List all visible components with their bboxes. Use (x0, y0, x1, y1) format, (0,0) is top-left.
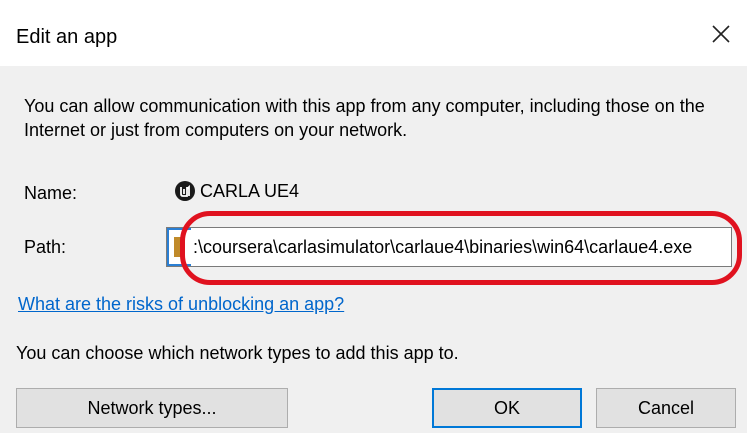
path-field[interactable] (166, 227, 732, 267)
cancel-button[interactable]: Cancel (596, 388, 736, 428)
title-bar: Edit an app (0, 0, 747, 66)
dialog-title: Edit an app (16, 26, 118, 48)
app-name-display: CARLA UE4 (174, 180, 299, 202)
close-icon (712, 25, 730, 43)
path-input[interactable] (193, 228, 731, 266)
unreal-engine-icon (175, 181, 195, 201)
network-types-button[interactable]: Network types... (16, 388, 288, 428)
app-name-text: CARLA UE4 (200, 180, 300, 201)
close-button[interactable] (701, 14, 741, 54)
edit-app-dialog: Edit an app You can allow communication … (0, 0, 747, 433)
risks-link[interactable]: What are the risks of unblocking an app? (18, 294, 344, 315)
ok-button[interactable]: OK (432, 388, 582, 428)
name-label: Name: (24, 183, 78, 203)
path-app-icon (174, 237, 182, 257)
description-text: You can allow communication with this ap… (24, 96, 705, 140)
network-types-text: You can choose which network types to ad… (16, 343, 459, 363)
path-label: Path: (24, 237, 67, 257)
